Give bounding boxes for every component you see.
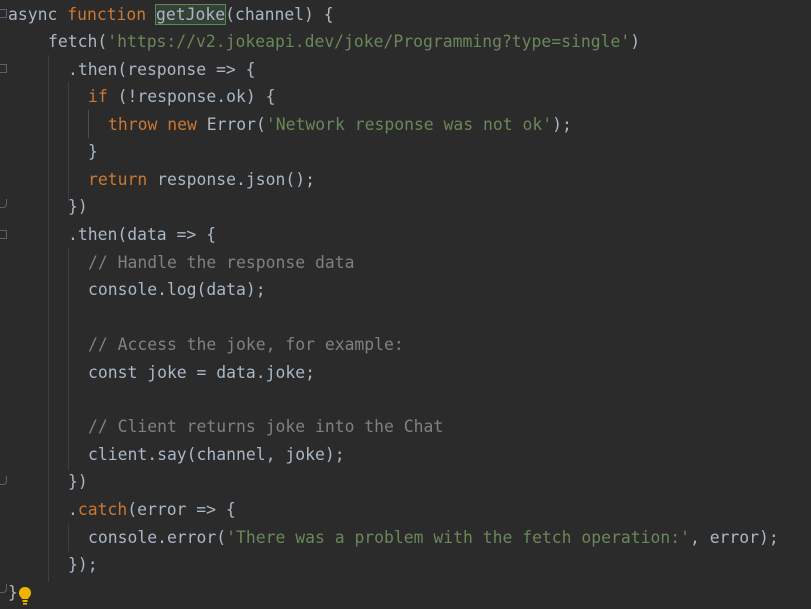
- code-token: // Access the joke, for example:: [88, 335, 404, 354]
- code-token: catch: [77, 500, 128, 519]
- code-line[interactable]: if (!response.ok) {: [88, 83, 276, 110]
- code-line[interactable]: .then(response => {: [68, 56, 256, 83]
- code-line[interactable]: client.say(channel, joke);: [88, 441, 345, 468]
- fold-end-icon[interactable]: [0, 476, 7, 485]
- code-token: }): [68, 197, 88, 216]
- code-token: // Client returns joke into the Chat: [88, 417, 444, 436]
- code-token: .then(data => {: [68, 225, 217, 244]
- code-token: console.error(: [88, 528, 227, 547]
- code-token: response.json();: [157, 170, 315, 189]
- code-line[interactable]: async function getJoke(channel) {: [8, 1, 334, 28]
- code-token: }): [68, 472, 88, 491]
- code-line[interactable]: }: [8, 579, 18, 606]
- code-token: client.say(channel, joke);: [88, 445, 345, 464]
- code-line[interactable]: console.log(data);: [88, 276, 266, 303]
- lightbulb-icon[interactable]: [18, 586, 32, 606]
- code-token: .then(response => {: [68, 60, 256, 79]
- code-line[interactable]: throw new Error('Network response was no…: [108, 111, 572, 138]
- code-line[interactable]: .then(data => {: [68, 221, 216, 248]
- code-token: .: [68, 500, 78, 519]
- fold-marker-icon[interactable]: [0, 9, 7, 18]
- code-token: console.log(data);: [88, 280, 266, 299]
- code-line[interactable]: }: [88, 138, 98, 165]
- code-token: (channel) {: [225, 5, 334, 24]
- code-token: , error);: [689, 528, 779, 547]
- indent-guide: [68, 248, 69, 470]
- indent-guide: [88, 110, 89, 138]
- indent-guide: [68, 82, 69, 202]
- code-line[interactable]: // Client returns joke into the Chat: [88, 413, 443, 440]
- fold-end-icon[interactable]: [0, 199, 7, 208]
- code-line[interactable]: return response.json();: [88, 166, 315, 193]
- code-line[interactable]: // Handle the response data: [88, 249, 354, 276]
- code-token: (!response.ok) {: [117, 87, 276, 106]
- indent-guide: [48, 55, 49, 582]
- code-token: ): [630, 32, 641, 51]
- indent-guide: [68, 523, 69, 551]
- code-editor[interactable]: async function getJoke(channel) {fetch('…: [0, 0, 811, 609]
- code-token: Error(: [206, 115, 266, 134]
- code-token: new: [167, 115, 207, 134]
- code-line[interactable]: }): [68, 468, 88, 495]
- code-token: return: [88, 170, 158, 189]
- code-token: throw: [108, 115, 168, 134]
- code-token: (error => {: [127, 500, 236, 519]
- code-line[interactable]: });: [68, 551, 98, 578]
- code-line[interactable]: fetch('https://v2.jokeapi.dev/joke/Progr…: [48, 28, 640, 55]
- code-token: );: [552, 115, 572, 134]
- code-line[interactable]: // Access the joke, for example:: [88, 331, 404, 358]
- code-token: });: [68, 555, 98, 574]
- code-token: async: [8, 5, 68, 24]
- code-token: }: [88, 142, 98, 161]
- code-token: function: [67, 5, 157, 24]
- code-token: }: [8, 583, 18, 602]
- code-line[interactable]: console.error('There was a problem with …: [88, 524, 779, 551]
- code-token: 'There was a problem with the fetch oper…: [226, 528, 690, 547]
- code-token: if: [88, 87, 118, 106]
- code-token: // Handle the response data: [88, 253, 355, 272]
- code-token: 'https://v2.jokeapi.dev/joke/Programming…: [107, 32, 631, 51]
- code-token: fetch(: [48, 32, 108, 51]
- code-line[interactable]: }): [68, 193, 88, 220]
- code-line[interactable]: const joke = data.joke;: [88, 359, 315, 386]
- code-token: const joke = data.joke;: [88, 363, 315, 382]
- code-token: getJoke: [155, 4, 227, 25]
- fold-end-icon[interactable]: [0, 584, 7, 593]
- fold-marker-icon[interactable]: [0, 64, 7, 73]
- fold-marker-icon[interactable]: [0, 230, 7, 239]
- code-token: 'Network response was not ok': [265, 115, 553, 134]
- code-line[interactable]: .catch(error => {: [68, 496, 236, 523]
